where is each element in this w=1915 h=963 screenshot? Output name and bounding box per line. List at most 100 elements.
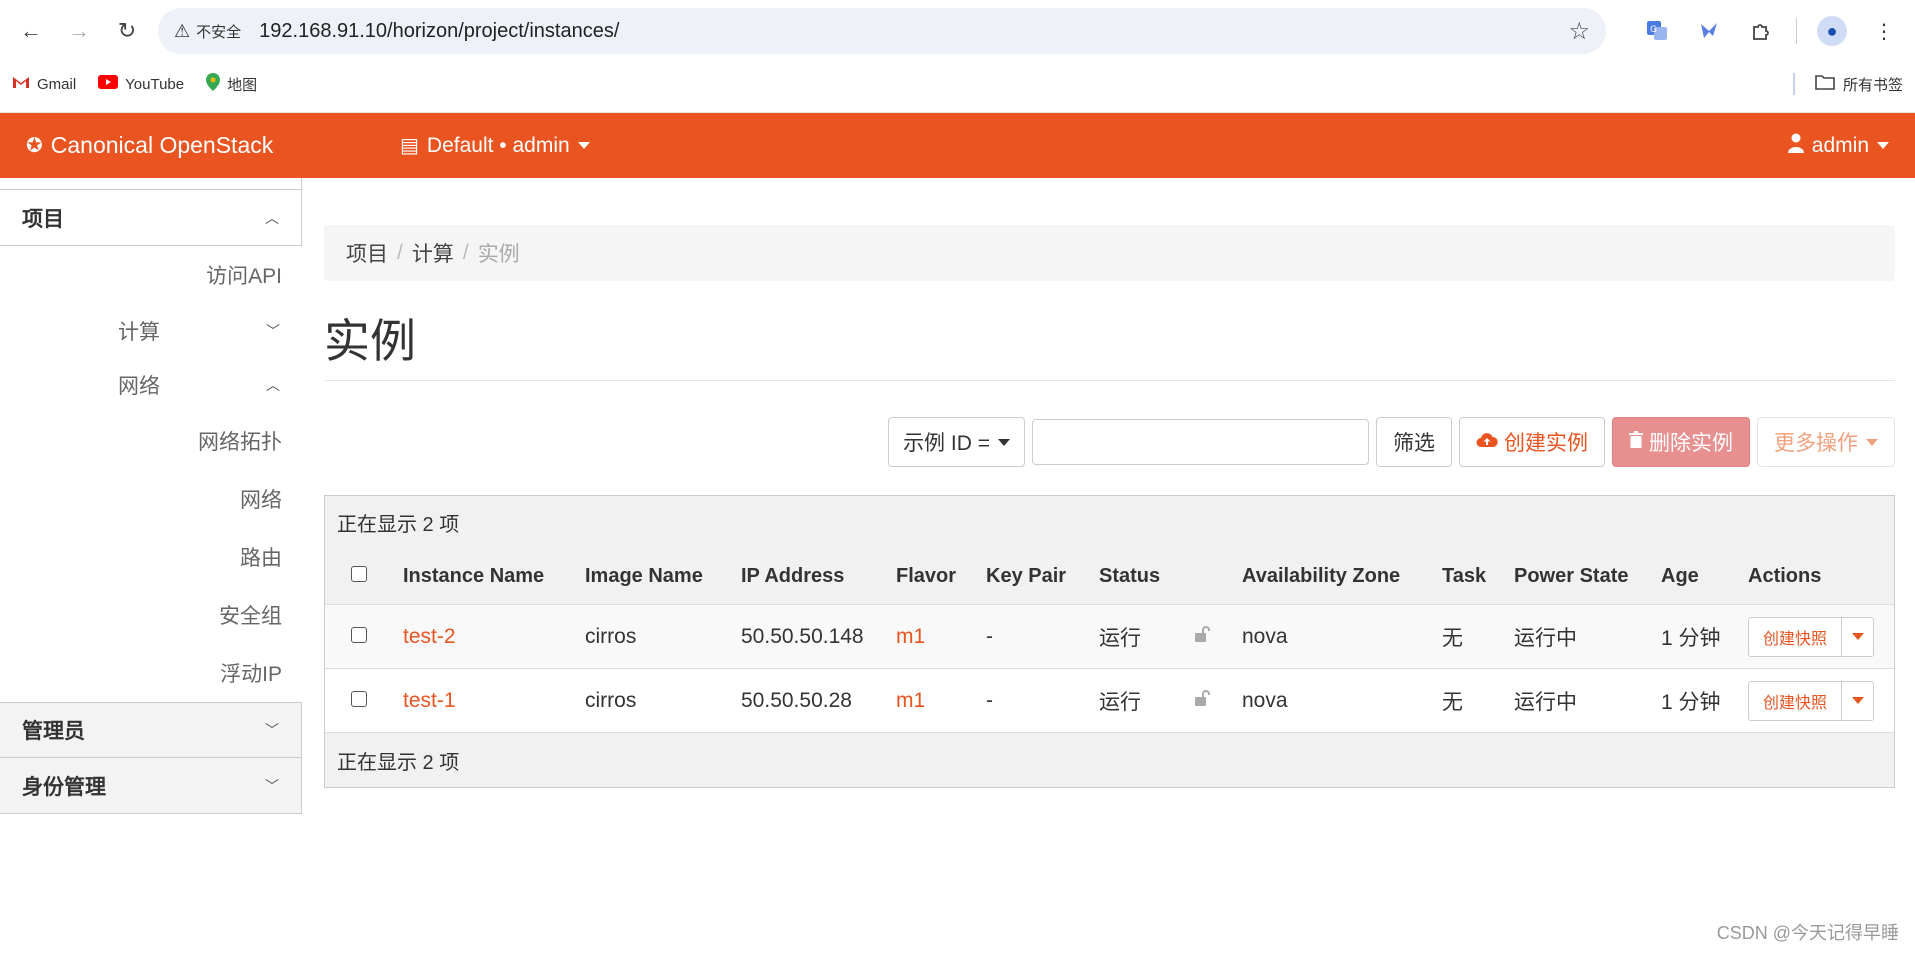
item-label: 浮动IP xyxy=(220,663,282,686)
header-availability-zone[interactable]: Availability Zone xyxy=(1242,565,1442,588)
flavor-link[interactable]: m1 xyxy=(896,689,986,713)
filter-field-select[interactable]: 示例 ID = xyxy=(888,417,1025,467)
item-label: 访问API xyxy=(206,265,282,288)
key-pair: - xyxy=(986,624,993,648)
item-label: 网络拓扑 xyxy=(198,431,282,454)
filter-button[interactable]: 筛选 xyxy=(1376,417,1452,467)
header-ip-address[interactable]: IP Address xyxy=(741,565,896,588)
chevron-down-icon: ﹀ xyxy=(265,722,279,738)
action-dropdown-toggle[interactable] xyxy=(1842,616,1875,657)
bookmark-star-icon[interactable]: ☆ xyxy=(1568,17,1590,46)
breadcrumb-project[interactable]: 项目 xyxy=(346,238,388,268)
brand-name: Canonical OpenStack xyxy=(50,132,274,158)
header-status[interactable]: Status xyxy=(1099,565,1194,588)
ip-address: 50.50.50.148 xyxy=(741,624,864,648)
caret-down-icon xyxy=(1851,697,1864,704)
select-all-checkbox-cell xyxy=(325,565,403,588)
project-switcher[interactable]: ▤ Default • admin xyxy=(400,133,590,158)
youtube-icon xyxy=(98,74,119,94)
caret-down-icon xyxy=(1866,438,1878,446)
forward-icon[interactable]: → xyxy=(62,14,96,48)
header-key-pair[interactable]: Key Pair xyxy=(986,565,1099,588)
sidebar-item-floating-ips[interactable]: 浮动IP xyxy=(0,644,302,702)
sidebar-item-networks[interactable]: 网络 xyxy=(0,470,302,528)
delete-instance-button[interactable]: 删除实例 xyxy=(1612,417,1750,467)
header-task[interactable]: Task xyxy=(1442,565,1514,588)
app-header: ✪ Canonical OpenStack ▤ Default • admin … xyxy=(0,113,1915,178)
filter-input[interactable] xyxy=(1032,419,1369,465)
user-menu[interactable]: admin xyxy=(1787,133,1889,159)
sidebar-section-project[interactable]: 项目 ︿ xyxy=(0,190,302,246)
flavor-link[interactable]: m1 xyxy=(896,625,986,649)
sidebar-item-routers[interactable]: 路由 xyxy=(0,528,302,586)
security-chip[interactable]: ⚠ 不安全 xyxy=(174,21,241,42)
image-name: cirros xyxy=(585,624,637,648)
row-checkbox-cell xyxy=(325,625,403,649)
task: 无 xyxy=(1442,690,1463,714)
caret-down-icon xyxy=(998,438,1010,446)
more-actions-button[interactable]: 更多操作 xyxy=(1757,417,1895,467)
reload-icon[interactable]: ↻ xyxy=(110,14,144,48)
availability-zone: nova xyxy=(1242,688,1288,712)
sidebar-item-access-api[interactable]: 访问API xyxy=(0,246,302,304)
url-text[interactable]: 192.168.91.10/horizon/project/instances/ xyxy=(259,20,1568,43)
section-label: 身份管理 xyxy=(22,775,106,799)
header-instance-name[interactable]: Instance Name xyxy=(403,565,585,588)
address-bar[interactable]: ⚠ 不安全 192.168.91.10/horizon/project/inst… xyxy=(158,8,1606,54)
user-name: admin xyxy=(1811,133,1869,157)
instance-name-link[interactable]: test-2 xyxy=(403,625,585,649)
row-checkbox[interactable] xyxy=(351,626,367,643)
all-bookmarks[interactable]: 所有书签 xyxy=(1792,73,1903,95)
sidebar-group-network[interactable]: 网络 ︿ xyxy=(0,358,302,412)
section-label: 项目 xyxy=(22,207,64,231)
sidebar-section-admin[interactable]: 管理员 ﹀ xyxy=(0,702,302,758)
filter-button-label: 筛选 xyxy=(1393,432,1435,455)
sidebar-item-security-groups[interactable]: 安全组 xyxy=(0,586,302,644)
bookmark-youtube[interactable]: YouTube xyxy=(98,74,184,94)
brand[interactable]: ✪ Canonical OpenStack xyxy=(26,132,400,159)
translate-icon[interactable]: G xyxy=(1640,14,1674,48)
instance-name-link[interactable]: test-1 xyxy=(403,689,585,713)
action-split-button: 创建快照 xyxy=(1748,616,1883,657)
create-snapshot-button[interactable]: 创建快照 xyxy=(1748,680,1843,721)
sidebar: 项目 ︿ 访问API 计算 ﹀ 网络 ︿ 网络拓扑 网络 路由 安全组 浮动IP… xyxy=(0,178,302,814)
all-bookmarks-label: 所有书签 xyxy=(1842,76,1903,94)
sidebar-group-compute[interactable]: 计算 ﹀ xyxy=(0,304,302,358)
group-label: 计算 xyxy=(118,321,160,344)
warning-icon: ⚠ xyxy=(174,20,191,41)
extension-bird-icon[interactable] xyxy=(1692,14,1726,48)
select-all-checkbox[interactable] xyxy=(351,565,367,582)
sidebar-item-network-topology[interactable]: 网络拓扑 xyxy=(0,412,302,470)
header-image-name[interactable]: Image Name xyxy=(585,565,741,588)
main-content: 项目 / 计算 / 实例 实例 示例 ID = 筛选 创建实例 删除实例 更多操… xyxy=(324,225,1895,788)
sidebar-section-identity[interactable]: 身份管理 ﹀ xyxy=(0,758,302,814)
table-row: test-2 cirros 50.50.50.148 m1 - 运行 nova … xyxy=(325,604,1894,668)
address-row: ← → ↻ ⚠ 不安全 192.168.91.10/horizon/projec… xyxy=(0,0,1915,62)
create-snapshot-button[interactable]: 创建快照 xyxy=(1748,616,1843,657)
row-checkbox[interactable] xyxy=(351,690,367,707)
project-label: Default • admin xyxy=(426,133,570,157)
create-instance-button[interactable]: 创建实例 xyxy=(1459,417,1605,467)
gmail-icon xyxy=(12,74,30,94)
browser-menu-icon[interactable]: ⋮ xyxy=(1867,14,1901,48)
task: 无 xyxy=(1442,626,1463,650)
action-dropdown-toggle[interactable] xyxy=(1842,680,1875,721)
breadcrumb-compute[interactable]: 计算 xyxy=(412,238,454,268)
header-power-state[interactable]: Power State xyxy=(1514,565,1661,588)
cloud-upload-icon xyxy=(1476,430,1498,454)
table-header: Instance Name Image Name IP Address Flav… xyxy=(325,548,1894,604)
user-icon xyxy=(1787,133,1804,159)
chevron-up-icon: ︿ xyxy=(265,209,279,226)
caret-down-icon xyxy=(1877,142,1889,149)
header-age[interactable]: Age xyxy=(1661,565,1748,588)
profile-avatar[interactable]: ● xyxy=(1815,14,1849,48)
bookmark-maps[interactable]: 地图 xyxy=(206,72,257,96)
trash-icon xyxy=(1629,430,1643,454)
back-icon[interactable]: ← xyxy=(14,14,48,48)
bookmark-gmail[interactable]: Gmail xyxy=(12,74,76,94)
table-footer-count: 正在显示 2 项 xyxy=(325,732,1894,787)
puzzle-icon[interactable] xyxy=(1744,14,1778,48)
header-flavor[interactable]: Flavor xyxy=(896,565,986,588)
chevron-down-icon: ﹀ xyxy=(266,323,280,339)
age: 1 分钟 xyxy=(1661,626,1721,650)
